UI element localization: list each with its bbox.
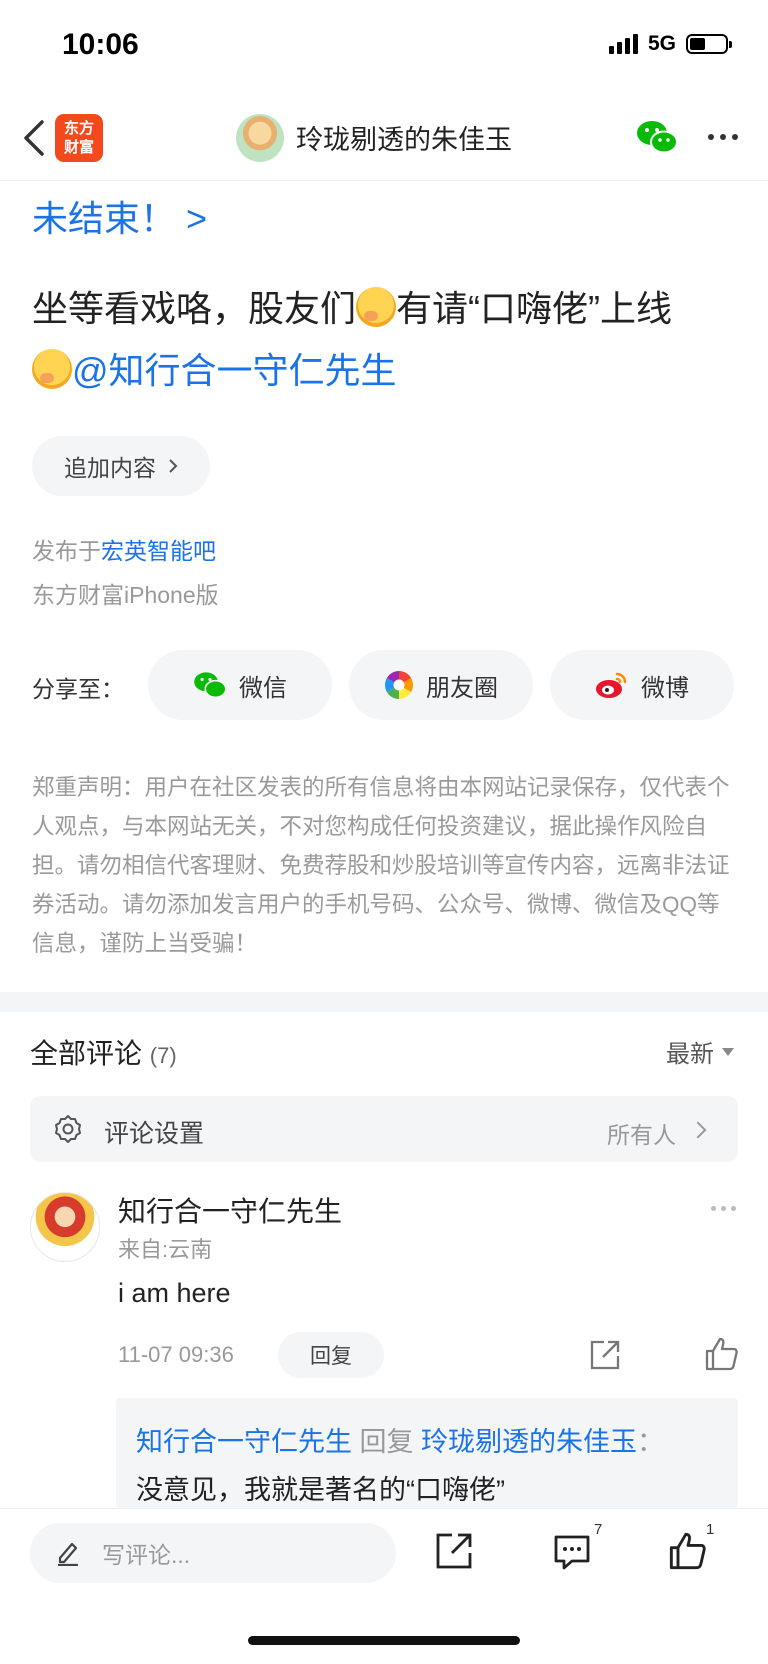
write-comment-input[interactable]: 写评论...	[30, 1523, 396, 1583]
disclaimer-text: 郑重声明：用户在社区发表的所有信息将由本网站记录保存，仅代表个人观点，与本网站无…	[32, 775, 730, 956]
more-icon[interactable]	[708, 134, 738, 140]
pencil-icon	[58, 1542, 78, 1566]
post-body: 坐等看戏咯，股友们 有请“口嗨佬”上线 @知行合一守仁先生	[32, 278, 742, 402]
comments-title: 全部评论 (7)	[30, 1032, 177, 1072]
bar-link[interactable]: 宏英智能吧	[101, 538, 216, 564]
moments-icon	[385, 671, 413, 699]
share-wechat-label: 微信	[239, 674, 287, 702]
share-label: 分享至：	[32, 676, 124, 702]
logo-line2: 财富	[63, 139, 94, 156]
like-count-badge: 1	[706, 1521, 715, 1538]
mention-link[interactable]: @知行合一守仁先生	[72, 350, 397, 391]
share-icon[interactable]	[434, 1531, 474, 1571]
logo-line1: 东方	[63, 120, 94, 137]
comment-settings-value: 所有人	[607, 1122, 676, 1148]
comment-settings-label: 评论设置	[104, 1120, 205, 1148]
comments-title-label: 全部评论	[30, 1038, 143, 1069]
share-weibo-label: 微博	[641, 674, 689, 702]
nested-reply[interactable]: 知行合一守仁先生 回复 玲珑剔透的朱佳玉： 没意见，我就是著名的“口嗨佬”	[116, 1398, 738, 1508]
published-in: 发布于宏英智能吧	[32, 532, 216, 566]
comment-more-icon[interactable]	[711, 1206, 736, 1211]
reply-button[interactable]: 回复	[278, 1332, 384, 1378]
status-time: 10:06	[62, 28, 139, 61]
signal-icon	[608, 34, 638, 54]
back-arrow-icon[interactable]	[18, 118, 52, 158]
client-info: 东方财富iPhone版	[32, 582, 219, 608]
chevron-right-icon	[169, 459, 178, 473]
comments-count: (7)	[149, 1043, 177, 1068]
published-prefix: 发布于	[32, 538, 101, 564]
wechat-icon[interactable]	[636, 118, 678, 156]
sort-label: 最新	[666, 1041, 714, 1068]
hand-over-mouth-emoji-icon	[356, 287, 397, 327]
post-text-2: 有请“口嗨佬”上线	[396, 288, 672, 329]
weibo-icon	[596, 672, 627, 698]
gear-icon	[55, 1115, 81, 1143]
caret-down-icon	[722, 1047, 734, 1056]
hand-over-mouth-emoji-icon	[32, 349, 72, 389]
previous-content-link[interactable]: 未结束！ >	[32, 190, 207, 242]
reply-colon: ：	[637, 1427, 665, 1457]
author-name[interactable]: 玲珑剔透的朱佳玉	[296, 118, 512, 157]
reply-to-user[interactable]: 玲珑剔透的朱佳玉	[421, 1427, 637, 1457]
section-divider	[0, 992, 768, 1012]
thumbs-up-icon[interactable]	[704, 1336, 740, 1372]
comment-icon[interactable]	[552, 1533, 592, 1571]
home-indicator	[248, 1636, 520, 1645]
add-content-button[interactable]: 追加内容	[32, 436, 210, 496]
commenter-name[interactable]: 知行合一守仁先生	[118, 1190, 342, 1230]
comment-text: i am here	[118, 1278, 231, 1308]
add-content-label: 追加内容	[64, 455, 156, 481]
battery-icon	[686, 34, 732, 54]
author-avatar[interactable]	[236, 114, 284, 162]
battery-fill	[690, 38, 705, 50]
thumbs-up-icon[interactable]	[668, 1531, 708, 1571]
avatar[interactable]	[30, 1192, 100, 1262]
share-icon[interactable]	[588, 1338, 622, 1372]
wechat-icon	[194, 672, 227, 699]
share-moments-label: 朋友圈	[426, 674, 498, 702]
nested-reply-text: 没意见，我就是著名的“口嗨佬”	[136, 1475, 505, 1505]
sort-dropdown[interactable]: 最新	[666, 1034, 734, 1069]
post-text-1: 坐等看戏咯，股友们	[32, 288, 357, 329]
share-moments-button[interactable]: 朋友圈	[349, 650, 533, 720]
share-wechat-button[interactable]: 微信	[148, 650, 332, 720]
share-weibo-button[interactable]: 微博	[550, 650, 734, 720]
nested-reply-header: 知行合一守仁先生 回复 玲珑剔透的朱佳玉：	[136, 1420, 664, 1459]
chevron-right-icon	[689, 1121, 707, 1139]
reply-from-user[interactable]: 知行合一守仁先生	[136, 1427, 352, 1457]
comment-time: 11-07 09:36	[118, 1342, 234, 1367]
status-indicators: 5G	[608, 32, 732, 56]
app-logo[interactable]: 东方 财富	[55, 114, 103, 162]
write-comment-placeholder: 写评论...	[102, 1542, 191, 1568]
network-type: 5G	[647, 32, 676, 55]
reply-verb: 回复	[359, 1427, 414, 1457]
commenter-location: 来自:云南	[118, 1237, 213, 1262]
comment-count-badge: 7	[594, 1521, 603, 1538]
comment-settings-row[interactable]: 评论设置 所有人	[30, 1096, 738, 1162]
top-nav: 东方 财富 玲珑剔透的朱佳玉	[0, 100, 768, 181]
